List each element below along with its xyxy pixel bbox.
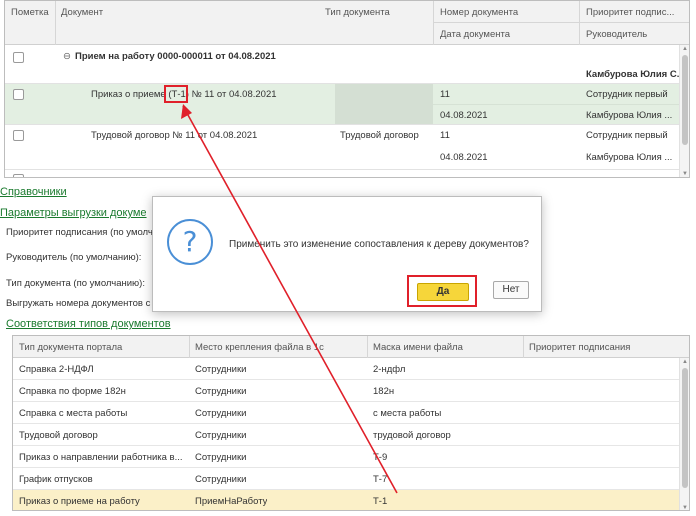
header-portal-type[interactable]: Тип документа портала	[19, 342, 122, 353]
header-priority[interactable]: Приоритет подпис...	[586, 7, 674, 18]
table-row[interactable]: Трудовой договор № 11 от 04.08.2021 Труд…	[5, 125, 681, 169]
row-document: Трудовой договор № 11 от 04.08.2021	[91, 130, 258, 141]
doc-type-label: Тип документа (по умолчанию):	[6, 278, 145, 289]
table-row-selected[interactable]: Приказ о приеме на работу ПриемНаРаботу …	[13, 490, 681, 510]
scroll-down-icon[interactable]: ▼	[682, 505, 688, 510]
cell-portal-type: Приказ о приеме на работу	[19, 496, 140, 507]
cell-file-mask: 182н	[373, 386, 395, 397]
row-checkbox[interactable]	[13, 130, 24, 141]
cell-file-mask: Т-7	[373, 474, 388, 485]
export-numbers-label: Выгружать номера документов с	[6, 298, 151, 309]
table-row[interactable]: Трудовой договор Сотрудники трудовой дог…	[13, 424, 681, 446]
header-file-mask[interactable]: Маска имени файла	[373, 342, 463, 353]
directories-link[interactable]: Справочники	[0, 186, 67, 198]
type-mapping-grid[interactable]: Тип документа портала Место крепления фа…	[12, 335, 690, 511]
collapse-icon[interactable]: ⊖	[63, 51, 71, 62]
cell-file-mask: Т-9	[373, 452, 388, 463]
row-manager: Камбурова Юлия ...	[586, 110, 673, 121]
yes-button[interactable]: Да	[417, 283, 469, 301]
table-row-partial[interactable]	[5, 170, 681, 177]
cell-portal-type: Справка 2-НДФЛ	[19, 364, 94, 375]
header-attach-place[interactable]: Место крепления файла в 1с	[195, 342, 324, 353]
cell-file-mask: трудовой договор	[373, 430, 451, 441]
row-checkbox[interactable]	[13, 89, 24, 100]
table-row[interactable]: Приказ о приеме (Т-1) № 11 от 04.08.2021…	[5, 84, 681, 124]
row-priority: Сотрудник первый	[586, 130, 668, 141]
cell-attach-place: Сотрудники	[195, 452, 247, 463]
question-icon: ?	[167, 219, 213, 265]
cell-portal-type: Справка по форме 182н	[19, 386, 126, 397]
t1-highlight-box	[164, 85, 188, 103]
scroll-up-icon[interactable]: ▲	[682, 359, 688, 365]
scroll-thumb[interactable]	[682, 55, 688, 145]
scroll-up-icon[interactable]: ▲	[682, 46, 688, 52]
cell-attach-place: Сотрудники	[195, 430, 247, 441]
type-mapping-scrollbar[interactable]: ▲ ▼	[679, 358, 689, 510]
type-mapping-link[interactable]: Соответствия типов документов	[6, 318, 171, 330]
table-row[interactable]: Приказ о направлении работника в... Сотр…	[13, 446, 681, 468]
dialog-message: Применить это изменение сопоставления к …	[229, 239, 529, 250]
group-row[interactable]: ⊖ Прием на работу 0000-000011 от 04.08.2…	[5, 45, 685, 83]
row-priority: Сотрудник первый	[586, 89, 668, 100]
cell-portal-type: График отпусков	[19, 474, 93, 485]
confirm-dialog: ? Применить это изменение сопоставления …	[152, 196, 542, 312]
table-row[interactable]: Справка по форме 182н Сотрудники 182н	[13, 380, 681, 402]
manager-label: Руководитель (по умолчанию):	[6, 252, 142, 263]
priority-label: Приоритет подписания (по умолча	[6, 227, 159, 238]
cell-file-mask: 2-ндфл	[373, 364, 406, 375]
cell-attach-place: ПриемНаРаботу	[195, 496, 268, 507]
cell-portal-type: Справка с места работы	[19, 408, 128, 419]
row-doc-type-cell[interactable]	[335, 84, 433, 124]
header-sign-priority[interactable]: Приоритет подписания	[529, 342, 630, 353]
row-date: 04.08.2021	[440, 152, 488, 163]
yes-button-highlight: Да	[407, 275, 477, 307]
cell-attach-place: Сотрудники	[195, 474, 247, 485]
header-doc-date[interactable]: Дата документа	[440, 29, 510, 40]
row-date: 04.08.2021	[440, 110, 488, 121]
row-manager: Камбурова Юлия ...	[586, 152, 673, 163]
header-doc-type[interactable]: Тип документа	[325, 7, 390, 18]
cell-file-mask: с места работы	[373, 408, 442, 419]
export-params-link[interactable]: Параметры выгрузки докуме	[0, 207, 147, 219]
table-row[interactable]: Справка 2-НДФЛ Сотрудники 2-ндфл	[13, 358, 681, 380]
row-checkbox[interactable]	[13, 174, 24, 177]
scroll-down-icon[interactable]: ▼	[682, 171, 688, 177]
documents-tree-grid[interactable]: Пометка Документ Тип документа Номер док…	[4, 0, 690, 178]
group-row-checkbox[interactable]	[13, 52, 24, 63]
header-manager[interactable]: Руководитель	[586, 29, 647, 40]
cell-portal-type: Приказ о направлении работника в...	[19, 452, 183, 463]
cell-attach-place: Сотрудники	[195, 386, 247, 397]
row-number: 11	[440, 89, 450, 100]
group-row-label: Прием на работу 0000-000011 от 04.08.202…	[75, 51, 276, 62]
group-row-manager: Камбурова Юлия С...	[586, 69, 685, 80]
row-doc-type: Трудовой договор	[340, 130, 419, 141]
cell-portal-type: Трудовой договор	[19, 430, 98, 441]
scroll-thumb[interactable]	[682, 368, 688, 488]
cell-file-mask: Т-1	[373, 496, 388, 507]
documents-grid-header: Пометка Документ Тип документа Номер док…	[5, 1, 689, 45]
row-number: 11	[440, 130, 450, 141]
table-row[interactable]: График отпусков Сотрудники Т-7	[13, 468, 681, 490]
type-mapping-header: Тип документа портала Место крепления фа…	[13, 336, 689, 358]
documents-grid-scrollbar[interactable]: ▲ ▼	[679, 45, 689, 177]
cell-attach-place: Сотрудники	[195, 364, 247, 375]
header-document[interactable]: Документ	[61, 7, 103, 18]
cell-attach-place: Сотрудники	[195, 408, 247, 419]
no-button[interactable]: Нет	[493, 281, 529, 299]
header-mark[interactable]: Пометка	[11, 7, 49, 18]
header-doc-number[interactable]: Номер документа	[440, 7, 518, 18]
table-row[interactable]: Справка с места работы Сотрудники с мест…	[13, 402, 681, 424]
